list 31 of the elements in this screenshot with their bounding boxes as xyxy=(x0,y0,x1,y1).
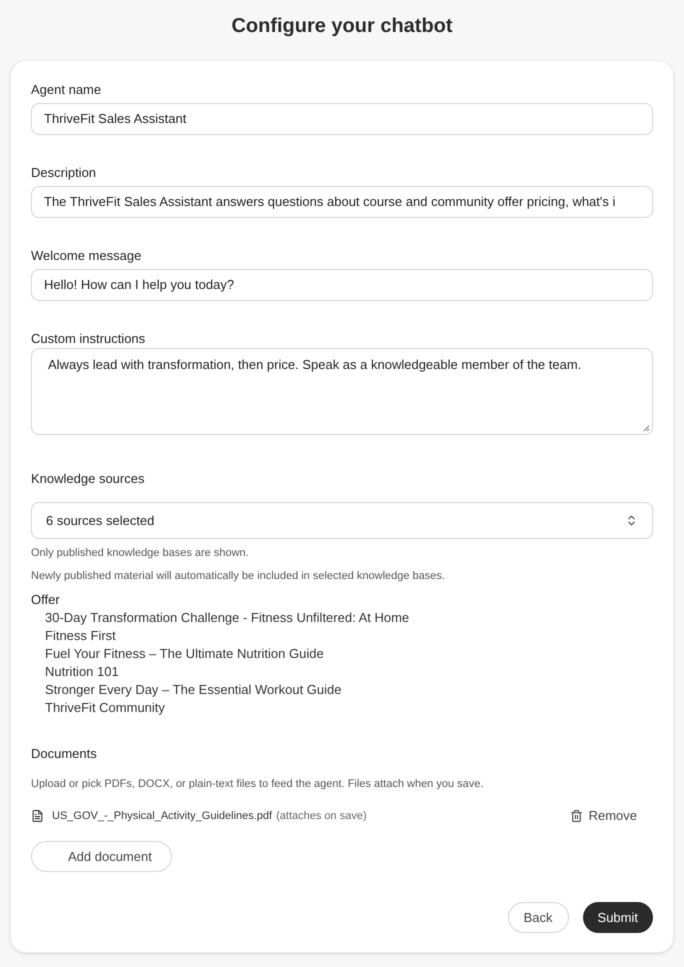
remove-button[interactable]: Remove xyxy=(562,806,645,826)
source-item: Fitness First xyxy=(45,627,116,645)
input-field[interactable]: The ThriveFit Sales Assistant answers questions about course and community offer pricing, what's i xyxy=(31,186,653,218)
file-status: (attaches on save) xyxy=(276,808,367,824)
source-item: Stronger Every Day – The Essential Workout Guide xyxy=(45,681,342,699)
help-text: Upload or pick PDFs, DOCX, or plain-text files to feed the agent. Files attach when you save. xyxy=(31,777,484,792)
source-item: ThriveFit Community xyxy=(45,699,165,717)
textarea-field[interactable]: Always lead with transformation, then price. Speak as a knowledgeable member of the team. xyxy=(31,348,653,435)
group-heading: Offer xyxy=(31,592,61,608)
field-label: Welcome message xyxy=(31,248,142,264)
back-button[interactable]: Back xyxy=(508,902,569,933)
source-item: Nutrition 101 xyxy=(45,663,119,681)
trash-icon xyxy=(570,809,583,823)
submit-button[interactable]: Submit xyxy=(582,902,653,933)
help-text: Only published knowledge bases are shown. xyxy=(31,546,250,561)
source-item: 30-Day Transformation Challenge - Fitness Unfiltered: At Home xyxy=(45,609,410,627)
add-document-button[interactable]: Add document xyxy=(31,841,172,872)
page-title: Configure your chatbot xyxy=(231,14,453,39)
field-label: Knowledge sources xyxy=(31,471,146,487)
document-icon xyxy=(31,809,44,823)
sources-select[interactable]: 6 sources selected xyxy=(31,502,653,539)
resize-handle-icon[interactable] xyxy=(643,425,650,432)
field-label: Agent name xyxy=(31,82,102,98)
field-label: Documents xyxy=(31,746,98,762)
input-field[interactable]: Hello! How can I help you today? xyxy=(31,269,653,301)
input-field[interactable]: ThriveFit Sales Assistant xyxy=(31,103,653,135)
field-label: Custom instructions xyxy=(31,331,146,347)
field-label: Description xyxy=(31,165,98,181)
help-text: Newly published material will automatically be included in selected knowledge bases. xyxy=(31,569,446,584)
source-item: Fuel Your Fitness – The Ultimate Nutrition Guide xyxy=(45,645,324,663)
file-name: US_GOV_-_Physical_Activity_Guidelines.pdf xyxy=(52,808,272,824)
